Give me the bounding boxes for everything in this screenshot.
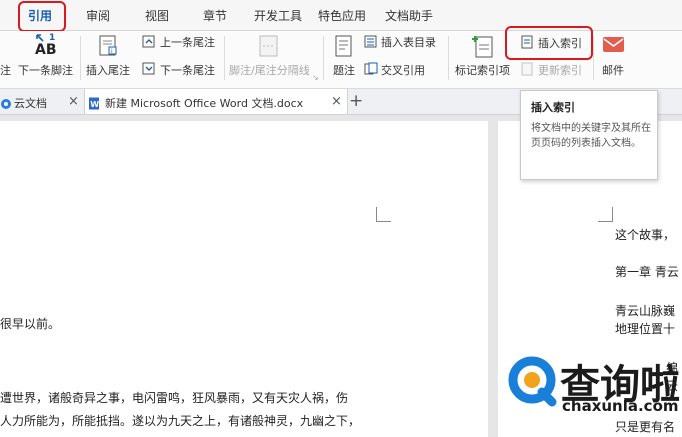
ab-superscript: 1 <box>49 33 56 43</box>
margin-corner-mark <box>376 207 391 222</box>
watermark-domain-text: chaxunla.com <box>562 397 679 415</box>
body-text-line: 很早以前。 <box>0 317 61 331</box>
tab-reference[interactable]: 引用 <box>28 7 52 24</box>
close-icon[interactable]: × <box>331 94 342 109</box>
margin-corner-mark <box>598 207 613 222</box>
update-index-icon <box>520 61 534 76</box>
document-tab-title: 新建 Microsoft Office Word 文档.docx <box>105 97 304 110</box>
insert-endnote-button[interactable]: 插入尾注 <box>86 62 130 78</box>
tab-view[interactable]: 视图 <box>145 7 169 24</box>
tab-special-apps[interactable]: 特色应用 <box>318 7 366 24</box>
ab-footnote-icon[interactable]: AB 1 <box>33 33 59 58</box>
caption-button[interactable]: 题注 <box>333 62 355 78</box>
tab-active-document[interactable]: W 新建 Microsoft Office Word 文档.docx × <box>84 89 348 114</box>
tooltip-title: 插入索引 <box>531 101 575 114</box>
document-page-left[interactable]: 很早以前。 遭世界，诸般奇异之事，电闪雷鸣，狂风暴雨，又有天灾人祸，伤 人力所能… <box>0 121 488 437</box>
svg-text:W: W <box>90 100 99 109</box>
footnote-separator-button: 脚注/尾注分隔线 <box>229 64 310 77</box>
mark-index-entry-button[interactable]: 标记索引项 <box>455 62 510 78</box>
ribbon-toolbar: 注 AB 1 下一条脚注 i 插入尾注 上一条尾注 下一条尾注 脚注/尾注分隔线… <box>0 26 682 89</box>
update-index-button: 更新索引 <box>538 64 582 77</box>
body-text-line: 青云山脉巍 <box>615 304 676 318</box>
mail-icon[interactable] <box>602 35 626 55</box>
close-icon[interactable]: × <box>68 94 79 109</box>
tab-chapter[interactable]: 章节 <box>203 7 227 24</box>
insert-toc-button[interactable]: 插入表目录 <box>381 34 436 50</box>
cloud-doc-icon <box>0 95 12 109</box>
insert-index-button[interactable]: 插入索引 <box>538 35 582 51</box>
separator <box>224 36 225 80</box>
body-text-line: 遭世界，诸般奇异之事，电闪雷鸣，狂风暴雨，又有天灾人祸，伤 <box>0 391 349 405</box>
tooltip-description: 将文档中的关键字及其所在页页码的列表插入文档。 <box>531 123 651 149</box>
body-text-line: 人力所能为，所能抵挡。遂以为九天之上，有诸般神灵，九幽之下， <box>0 414 361 428</box>
caption-icon[interactable] <box>333 34 355 58</box>
body-text-line: 这个故事， <box>615 228 676 242</box>
word-document-icon: W <box>88 95 100 110</box>
insert-endnote-icon[interactable]: i <box>97 34 121 58</box>
heading-text-line: 第一章 青云 <box>615 265 679 279</box>
mark-index-icon[interactable] <box>470 33 496 59</box>
separator <box>448 36 449 80</box>
prev-endnote-icon[interactable] <box>142 34 156 48</box>
tab-cloud-documents[interactable]: 云文档 <box>14 95 47 111</box>
insert-toc-icon[interactable] <box>364 34 378 48</box>
cross-reference-icon[interactable] <box>364 61 378 75</box>
cross-reference-button[interactable]: 交叉引用 <box>381 62 425 78</box>
separator-line-icon <box>258 34 280 58</box>
mail-button[interactable]: 邮件 <box>602 62 624 78</box>
ab-text: AB <box>35 42 57 58</box>
body-text-line: 地理位置十 <box>615 322 676 336</box>
insert-index-icon[interactable] <box>520 34 534 49</box>
separator <box>593 36 594 80</box>
separator <box>323 36 324 80</box>
next-endnote-icon[interactable] <box>142 61 156 75</box>
insert-index-tooltip: 插入索引 将文档中的关键字及其所在页页码的列表插入文档。 <box>520 90 658 180</box>
tab-document-assistant[interactable]: 文档助手 <box>385 7 433 24</box>
next-endnote-button[interactable]: 下一条尾注 <box>160 62 215 78</box>
prev-endnote-button[interactable]: 上一条尾注 <box>160 34 215 50</box>
new-tab-icon[interactable]: + <box>349 91 363 111</box>
tab-developer-tools[interactable]: 开发工具 <box>254 7 302 24</box>
magnifier-logo-icon <box>506 354 560 408</box>
dialog-launcher-icon[interactable]: ↘ <box>312 73 319 82</box>
insert-footnote-label-partial[interactable]: 注 <box>0 62 11 78</box>
separator <box>80 36 81 80</box>
tab-review[interactable]: 审阅 <box>86 7 110 24</box>
chaxunla-watermark: 查询啦 chaxunla.com <box>500 350 682 437</box>
next-footnote-button[interactable]: 下一条脚注 <box>18 62 73 78</box>
